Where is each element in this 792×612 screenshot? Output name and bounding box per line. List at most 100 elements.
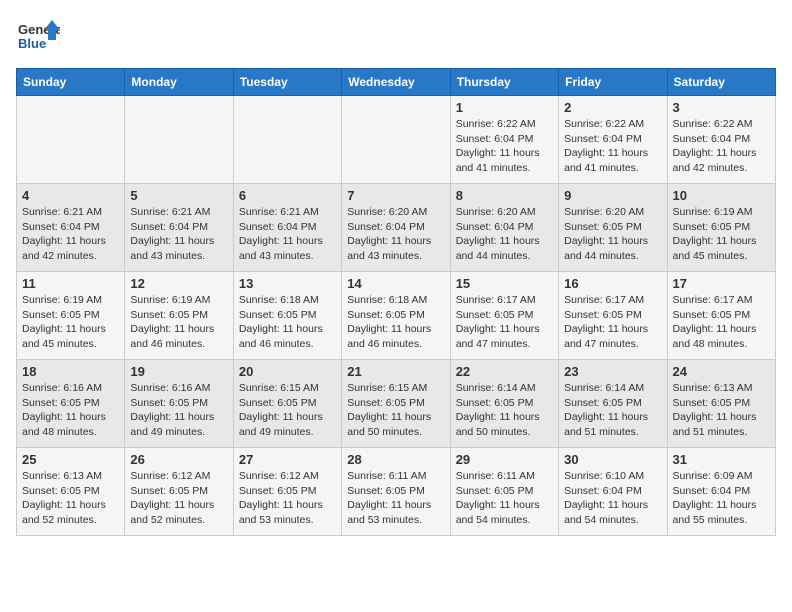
calendar-cell: 15 Sunrise: 6:17 AM Sunset: 6:05 PM Dayl… xyxy=(450,272,558,360)
day-info: Sunrise: 6:16 AM Sunset: 6:05 PM Dayligh… xyxy=(130,381,227,440)
day-number: 20 xyxy=(239,364,336,379)
calendar-cell: 26 Sunrise: 6:12 AM Sunset: 6:05 PM Dayl… xyxy=(125,448,233,536)
day-info: Sunrise: 6:11 AM Sunset: 6:05 PM Dayligh… xyxy=(456,469,553,528)
day-number: 22 xyxy=(456,364,553,379)
day-info: Sunrise: 6:14 AM Sunset: 6:05 PM Dayligh… xyxy=(456,381,553,440)
day-number: 6 xyxy=(239,188,336,203)
calendar-cell: 10 Sunrise: 6:19 AM Sunset: 6:05 PM Dayl… xyxy=(667,184,775,272)
calendar-cell: 2 Sunrise: 6:22 AM Sunset: 6:04 PM Dayli… xyxy=(559,96,667,184)
day-info: Sunrise: 6:15 AM Sunset: 6:05 PM Dayligh… xyxy=(347,381,444,440)
day-info: Sunrise: 6:18 AM Sunset: 6:05 PM Dayligh… xyxy=(347,293,444,352)
day-number: 18 xyxy=(22,364,119,379)
day-number: 9 xyxy=(564,188,661,203)
header-wednesday: Wednesday xyxy=(342,69,450,96)
day-number: 24 xyxy=(673,364,770,379)
day-info: Sunrise: 6:17 AM Sunset: 6:05 PM Dayligh… xyxy=(564,293,661,352)
calendar-table: SundayMondayTuesdayWednesdayThursdayFrid… xyxy=(16,68,776,536)
calendar-cell: 13 Sunrise: 6:18 AM Sunset: 6:05 PM Dayl… xyxy=(233,272,341,360)
day-info: Sunrise: 6:17 AM Sunset: 6:05 PM Dayligh… xyxy=(673,293,770,352)
logo: General Blue xyxy=(16,16,60,60)
day-number: 19 xyxy=(130,364,227,379)
calendar-cell: 3 Sunrise: 6:22 AM Sunset: 6:04 PM Dayli… xyxy=(667,96,775,184)
calendar-cell: 12 Sunrise: 6:19 AM Sunset: 6:05 PM Dayl… xyxy=(125,272,233,360)
day-info: Sunrise: 6:21 AM Sunset: 6:04 PM Dayligh… xyxy=(239,205,336,264)
svg-text:Blue: Blue xyxy=(18,36,46,51)
day-info: Sunrise: 6:16 AM Sunset: 6:05 PM Dayligh… xyxy=(22,381,119,440)
calendar-cell: 23 Sunrise: 6:14 AM Sunset: 6:05 PM Dayl… xyxy=(559,360,667,448)
day-info: Sunrise: 6:12 AM Sunset: 6:05 PM Dayligh… xyxy=(239,469,336,528)
day-number: 10 xyxy=(673,188,770,203)
calendar-cell: 29 Sunrise: 6:11 AM Sunset: 6:05 PM Dayl… xyxy=(450,448,558,536)
day-info: Sunrise: 6:21 AM Sunset: 6:04 PM Dayligh… xyxy=(22,205,119,264)
day-info: Sunrise: 6:22 AM Sunset: 6:04 PM Dayligh… xyxy=(673,117,770,176)
day-number: 21 xyxy=(347,364,444,379)
day-number: 4 xyxy=(22,188,119,203)
day-info: Sunrise: 6:15 AM Sunset: 6:05 PM Dayligh… xyxy=(239,381,336,440)
day-info: Sunrise: 6:11 AM Sunset: 6:05 PM Dayligh… xyxy=(347,469,444,528)
day-number: 3 xyxy=(673,100,770,115)
calendar-cell: 18 Sunrise: 6:16 AM Sunset: 6:05 PM Dayl… xyxy=(17,360,125,448)
calendar-cell: 30 Sunrise: 6:10 AM Sunset: 6:04 PM Dayl… xyxy=(559,448,667,536)
day-info: Sunrise: 6:21 AM Sunset: 6:04 PM Dayligh… xyxy=(130,205,227,264)
calendar-cell xyxy=(125,96,233,184)
calendar-cell: 16 Sunrise: 6:17 AM Sunset: 6:05 PM Dayl… xyxy=(559,272,667,360)
calendar-cell: 22 Sunrise: 6:14 AM Sunset: 6:05 PM Dayl… xyxy=(450,360,558,448)
calendar-cell: 4 Sunrise: 6:21 AM Sunset: 6:04 PM Dayli… xyxy=(17,184,125,272)
day-number: 13 xyxy=(239,276,336,291)
calendar-cell xyxy=(17,96,125,184)
day-info: Sunrise: 6:13 AM Sunset: 6:05 PM Dayligh… xyxy=(673,381,770,440)
day-number: 23 xyxy=(564,364,661,379)
day-number: 14 xyxy=(347,276,444,291)
calendar-cell: 11 Sunrise: 6:19 AM Sunset: 6:05 PM Dayl… xyxy=(17,272,125,360)
day-number: 17 xyxy=(673,276,770,291)
calendar-cell xyxy=(233,96,341,184)
day-number: 26 xyxy=(130,452,227,467)
header-monday: Monday xyxy=(125,69,233,96)
day-number: 31 xyxy=(673,452,770,467)
calendar-cell: 28 Sunrise: 6:11 AM Sunset: 6:05 PM Dayl… xyxy=(342,448,450,536)
calendar-cell: 14 Sunrise: 6:18 AM Sunset: 6:05 PM Dayl… xyxy=(342,272,450,360)
day-info: Sunrise: 6:19 AM Sunset: 6:05 PM Dayligh… xyxy=(22,293,119,352)
day-info: Sunrise: 6:20 AM Sunset: 6:04 PM Dayligh… xyxy=(347,205,444,264)
day-info: Sunrise: 6:20 AM Sunset: 6:05 PM Dayligh… xyxy=(564,205,661,264)
calendar-cell: 27 Sunrise: 6:12 AM Sunset: 6:05 PM Dayl… xyxy=(233,448,341,536)
day-info: Sunrise: 6:22 AM Sunset: 6:04 PM Dayligh… xyxy=(564,117,661,176)
day-number: 28 xyxy=(347,452,444,467)
day-info: Sunrise: 6:18 AM Sunset: 6:05 PM Dayligh… xyxy=(239,293,336,352)
header-tuesday: Tuesday xyxy=(233,69,341,96)
calendar-cell: 25 Sunrise: 6:13 AM Sunset: 6:05 PM Dayl… xyxy=(17,448,125,536)
day-number: 29 xyxy=(456,452,553,467)
day-info: Sunrise: 6:09 AM Sunset: 6:04 PM Dayligh… xyxy=(673,469,770,528)
calendar-cell: 19 Sunrise: 6:16 AM Sunset: 6:05 PM Dayl… xyxy=(125,360,233,448)
calendar-cell: 5 Sunrise: 6:21 AM Sunset: 6:04 PM Dayli… xyxy=(125,184,233,272)
header-friday: Friday xyxy=(559,69,667,96)
day-number: 25 xyxy=(22,452,119,467)
day-number: 7 xyxy=(347,188,444,203)
calendar-cell: 21 Sunrise: 6:15 AM Sunset: 6:05 PM Dayl… xyxy=(342,360,450,448)
calendar-cell: 31 Sunrise: 6:09 AM Sunset: 6:04 PM Dayl… xyxy=(667,448,775,536)
day-info: Sunrise: 6:20 AM Sunset: 6:04 PM Dayligh… xyxy=(456,205,553,264)
day-number: 8 xyxy=(456,188,553,203)
calendar-cell: 6 Sunrise: 6:21 AM Sunset: 6:04 PM Dayli… xyxy=(233,184,341,272)
day-info: Sunrise: 6:17 AM Sunset: 6:05 PM Dayligh… xyxy=(456,293,553,352)
day-number: 15 xyxy=(456,276,553,291)
day-number: 16 xyxy=(564,276,661,291)
day-info: Sunrise: 6:19 AM Sunset: 6:05 PM Dayligh… xyxy=(673,205,770,264)
page-header: General Blue xyxy=(16,16,776,60)
day-info: Sunrise: 6:10 AM Sunset: 6:04 PM Dayligh… xyxy=(564,469,661,528)
calendar-cell: 7 Sunrise: 6:20 AM Sunset: 6:04 PM Dayli… xyxy=(342,184,450,272)
header-saturday: Saturday xyxy=(667,69,775,96)
calendar-cell: 20 Sunrise: 6:15 AM Sunset: 6:05 PM Dayl… xyxy=(233,360,341,448)
header-thursday: Thursday xyxy=(450,69,558,96)
day-info: Sunrise: 6:22 AM Sunset: 6:04 PM Dayligh… xyxy=(456,117,553,176)
day-info: Sunrise: 6:14 AM Sunset: 6:05 PM Dayligh… xyxy=(564,381,661,440)
day-number: 5 xyxy=(130,188,227,203)
day-info: Sunrise: 6:19 AM Sunset: 6:05 PM Dayligh… xyxy=(130,293,227,352)
day-info: Sunrise: 6:13 AM Sunset: 6:05 PM Dayligh… xyxy=(22,469,119,528)
day-number: 30 xyxy=(564,452,661,467)
day-number: 12 xyxy=(130,276,227,291)
calendar-cell xyxy=(342,96,450,184)
day-number: 2 xyxy=(564,100,661,115)
day-number: 1 xyxy=(456,100,553,115)
calendar-cell: 8 Sunrise: 6:20 AM Sunset: 6:04 PM Dayli… xyxy=(450,184,558,272)
